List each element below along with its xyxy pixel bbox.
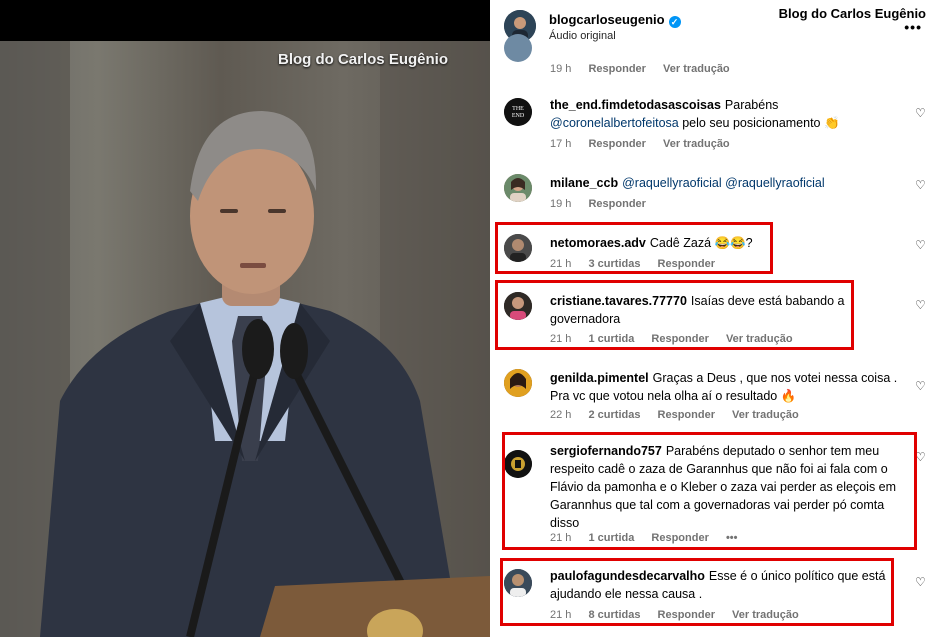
comment-text: genilda.pimentel Graças a Deus , que nos … <box>550 369 900 405</box>
avatar[interactable] <box>504 34 532 62</box>
header-username[interactable]: blogcarloseugenio ✓ <box>549 12 681 28</box>
svg-text:END: END <box>512 113 525 119</box>
header-username-text[interactable]: blogcarloseugenio <box>549 12 665 27</box>
audio-label[interactable]: Áudio original <box>549 30 616 42</box>
comment-text: milane_ccb @raquellyraoficial @raquellyra… <box>550 174 900 192</box>
svg-text:THE: THE <box>512 106 524 112</box>
mention-link[interactable]: @raquellyraoficial <box>725 176 825 190</box>
highlight-box <box>502 432 917 550</box>
reply-button[interactable]: Responder <box>588 63 645 75</box>
comment-time: 19 h <box>550 198 572 210</box>
comments-panel: blogcarloseugenio ✓ Áudio original Blog d… <box>490 0 936 637</box>
heart-icon[interactable]: ♡ <box>915 178 926 192</box>
mention-link[interactable]: @coronelalbertofeitosa <box>550 116 679 130</box>
verified-badge-icon: ✓ <box>668 16 681 28</box>
avatar[interactable] <box>504 369 532 397</box>
reply-button[interactable]: Responder <box>658 409 715 421</box>
comment-meta: 17 h Responder Ver tradução <box>550 138 744 150</box>
heart-icon[interactable]: ♡ <box>915 238 926 252</box>
speaker-figure <box>40 111 490 637</box>
reply-button[interactable]: Responder <box>588 138 645 150</box>
video-player[interactable]: Blog do Carlos Eugênio <box>0 0 490 637</box>
profile-photo-icon <box>504 174 532 202</box>
comment-body: pelo seu posicionamento 👏 <box>678 116 840 130</box>
reply-button[interactable]: Responder <box>588 198 645 210</box>
mention-link[interactable]: @raquellyraoficial <box>622 176 722 190</box>
likes-count[interactable]: 2 curtidas <box>588 409 640 421</box>
highlight-box <box>495 222 773 274</box>
comment-username[interactable]: milane_ccb <box>550 176 618 190</box>
heart-icon[interactable]: ♡ <box>915 379 926 393</box>
heart-icon[interactable]: ♡ <box>915 298 926 312</box>
post-header: blogcarloseugenio ✓ Áudio original Blog d… <box>490 0 936 52</box>
heart-icon[interactable]: ♡ <box>915 106 926 120</box>
translate-button[interactable]: Ver tradução <box>732 409 799 421</box>
highlight-box <box>500 558 894 626</box>
comment-body: Parabéns <box>724 98 779 112</box>
translate-button[interactable]: Ver tradução <box>663 63 730 75</box>
comment-meta: 22 h 2 curtidas Responder Ver tradução <box>550 409 813 421</box>
comment-time: 17 h <box>550 138 572 150</box>
comment-username[interactable]: genilda.pimentel <box>550 371 649 385</box>
comment-username[interactable]: the_end.fimdetodasascoisas <box>550 98 721 112</box>
comment-meta: 19 h Responder Ver tradução <box>550 63 744 75</box>
avatar[interactable] <box>504 174 532 202</box>
comment-meta: 19 h Responder <box>550 198 660 210</box>
the-end-logo-icon: THE END <box>504 98 532 126</box>
comment-time: 19 h <box>550 63 572 75</box>
heart-icon[interactable]: ♡ <box>915 575 926 589</box>
translate-button[interactable]: Ver tradução <box>663 138 730 150</box>
profile-photo-icon <box>504 369 532 397</box>
avatar[interactable]: THE END <box>504 98 532 126</box>
comment-time: 22 h <box>550 409 572 421</box>
video-watermark: Blog do Carlos Eugênio <box>277 51 448 68</box>
more-options-icon[interactable]: ••• <box>904 19 922 35</box>
comment-text: the_end.fimdetodasascoisas Parabéns @coro… <box>550 96 900 132</box>
video-frame: Blog do Carlos Eugênio <box>0 41 490 637</box>
highlight-box <box>495 280 854 350</box>
